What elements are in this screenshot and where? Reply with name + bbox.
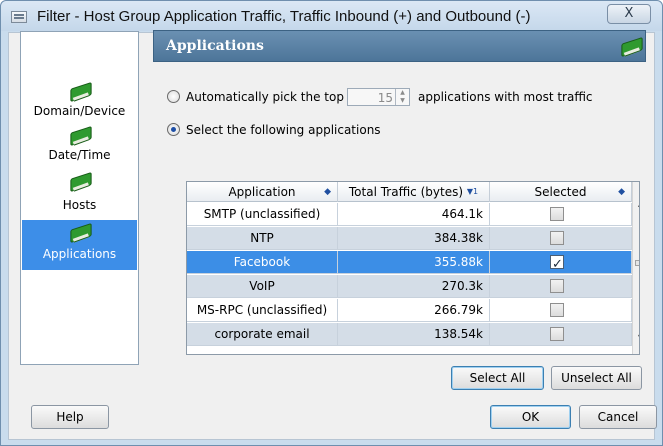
- column-header-selected[interactable]: Selected ◆: [490, 182, 632, 202]
- scroll-up-icon[interactable]: ▲: [633, 196, 639, 212]
- spinner-arrows[interactable]: ▲ ▼: [395, 89, 409, 105]
- book-icon: [69, 82, 91, 102]
- nav-item-label: Hosts: [62, 198, 97, 212]
- traffic-cell: 266.79k: [338, 299, 490, 322]
- traffic-cell: 138.54k: [338, 323, 490, 346]
- spinner-up-icon[interactable]: ▲: [396, 89, 409, 97]
- traffic-cell: 464.1k: [338, 203, 490, 226]
- filter-dialog: Filter - Host Group Application Traffic,…: [0, 0, 663, 446]
- manual-select-radio[interactable]: [167, 123, 180, 136]
- scroll-down-icon[interactable]: ▼: [633, 330, 639, 346]
- column-header-traffic[interactable]: Total Traffic (bytes) ▼1: [338, 182, 490, 202]
- application-cell: corporate email: [187, 323, 338, 346]
- select-checkbox[interactable]: [550, 327, 564, 341]
- traffic-cell: 270.3k: [338, 275, 490, 298]
- nav-item-label: Date/Time: [48, 148, 111, 162]
- selected-cell: [490, 299, 632, 322]
- table-row[interactable]: NTP 384.38k: [187, 227, 632, 250]
- column-label: Selected: [534, 185, 587, 199]
- select-all-button[interactable]: Select All: [451, 366, 544, 390]
- select-checkbox[interactable]: [550, 303, 564, 317]
- selected-cell: [490, 323, 632, 346]
- column-label: Application: [228, 185, 296, 199]
- table-scrollbar[interactable]: ▲ ▼: [632, 182, 639, 354]
- application-cell: Facebook: [187, 251, 338, 274]
- filter-category-nav: Domain/Device Date/Time Hosts Applicatio…: [20, 31, 139, 365]
- sort-updown-icon: ◆: [324, 187, 331, 197]
- table-row[interactable]: corporate email 138.54k: [187, 323, 632, 346]
- selected-cell: [490, 275, 632, 298]
- help-button[interactable]: Help: [31, 405, 109, 429]
- sort-updown-icon: ◆: [618, 187, 625, 197]
- table-row[interactable]: MS-RPC (unclassified) 266.79k: [187, 299, 632, 322]
- unselect-all-button[interactable]: Unselect All: [551, 366, 642, 390]
- selected-cell: [490, 251, 632, 276]
- title-bar: Filter - Host Group Application Traffic,…: [1, 1, 662, 31]
- section-title: Applications: [166, 38, 264, 54]
- select-checkbox[interactable]: [550, 279, 564, 293]
- nav-item-applications[interactable]: Applications: [22, 220, 137, 270]
- application-cell: MS-RPC (unclassified): [187, 299, 338, 322]
- select-checkbox[interactable]: [550, 231, 564, 245]
- nav-item-domain-device[interactable]: Domain/Device: [22, 82, 137, 126]
- selected-cell: [490, 227, 632, 250]
- ok-button[interactable]: OK: [490, 405, 571, 429]
- cancel-button[interactable]: Cancel: [579, 405, 657, 429]
- column-label: Total Traffic (bytes): [348, 185, 464, 199]
- application-cell: VoIP: [187, 275, 338, 298]
- nav-item-label: Domain/Device: [33, 104, 126, 118]
- book-icon: [69, 223, 91, 243]
- application-cell: NTP: [187, 227, 338, 250]
- window-title: Filter - Host Group Application Traffic,…: [37, 8, 531, 25]
- auto-pick-suffix: applications with most traffic: [418, 90, 593, 104]
- scroll-thumb[interactable]: [635, 260, 639, 266]
- spinner-down-icon[interactable]: ▼: [396, 97, 409, 105]
- auto-pick-label: Automatically pick the top: [186, 90, 344, 104]
- column-header-application[interactable]: Application ◆: [187, 182, 338, 202]
- section-header: Applications: [153, 30, 646, 62]
- table-row[interactable]: Facebook 355.88k: [187, 251, 632, 276]
- nav-item-label: Applications: [42, 247, 117, 261]
- top-n-value: 15: [377, 91, 393, 105]
- window-icon: [11, 11, 27, 23]
- auto-pick-radio[interactable]: [167, 90, 180, 103]
- book-icon: [69, 126, 91, 146]
- book-icon: [69, 172, 91, 192]
- top-n-spinner[interactable]: 15 ▲ ▼: [347, 88, 410, 106]
- nav-item-hosts[interactable]: Hosts: [22, 172, 137, 216]
- traffic-cell: 384.38k: [338, 227, 490, 250]
- manual-select-label: Select the following applications: [186, 123, 381, 137]
- select-checkbox[interactable]: [550, 253, 564, 276]
- select-checkbox[interactable]: [550, 207, 564, 221]
- table-row[interactable]: VoIP 270.3k: [187, 275, 632, 298]
- nav-item-date-time[interactable]: Date/Time: [22, 126, 137, 170]
- book-icon: [620, 37, 642, 57]
- sort-descending-icon: ▼1: [466, 187, 479, 196]
- traffic-cell: 355.88k: [338, 251, 490, 274]
- table-row[interactable]: SMTP (unclassified) 464.1k: [187, 203, 632, 226]
- close-button[interactable]: X: [607, 4, 651, 24]
- table-header: Application ◆ Total Traffic (bytes) ▼1 S…: [187, 182, 632, 202]
- selected-cell: [490, 203, 632, 226]
- application-cell: SMTP (unclassified): [187, 203, 338, 226]
- applications-table: Application ◆ Total Traffic (bytes) ▼1 S…: [186, 181, 640, 355]
